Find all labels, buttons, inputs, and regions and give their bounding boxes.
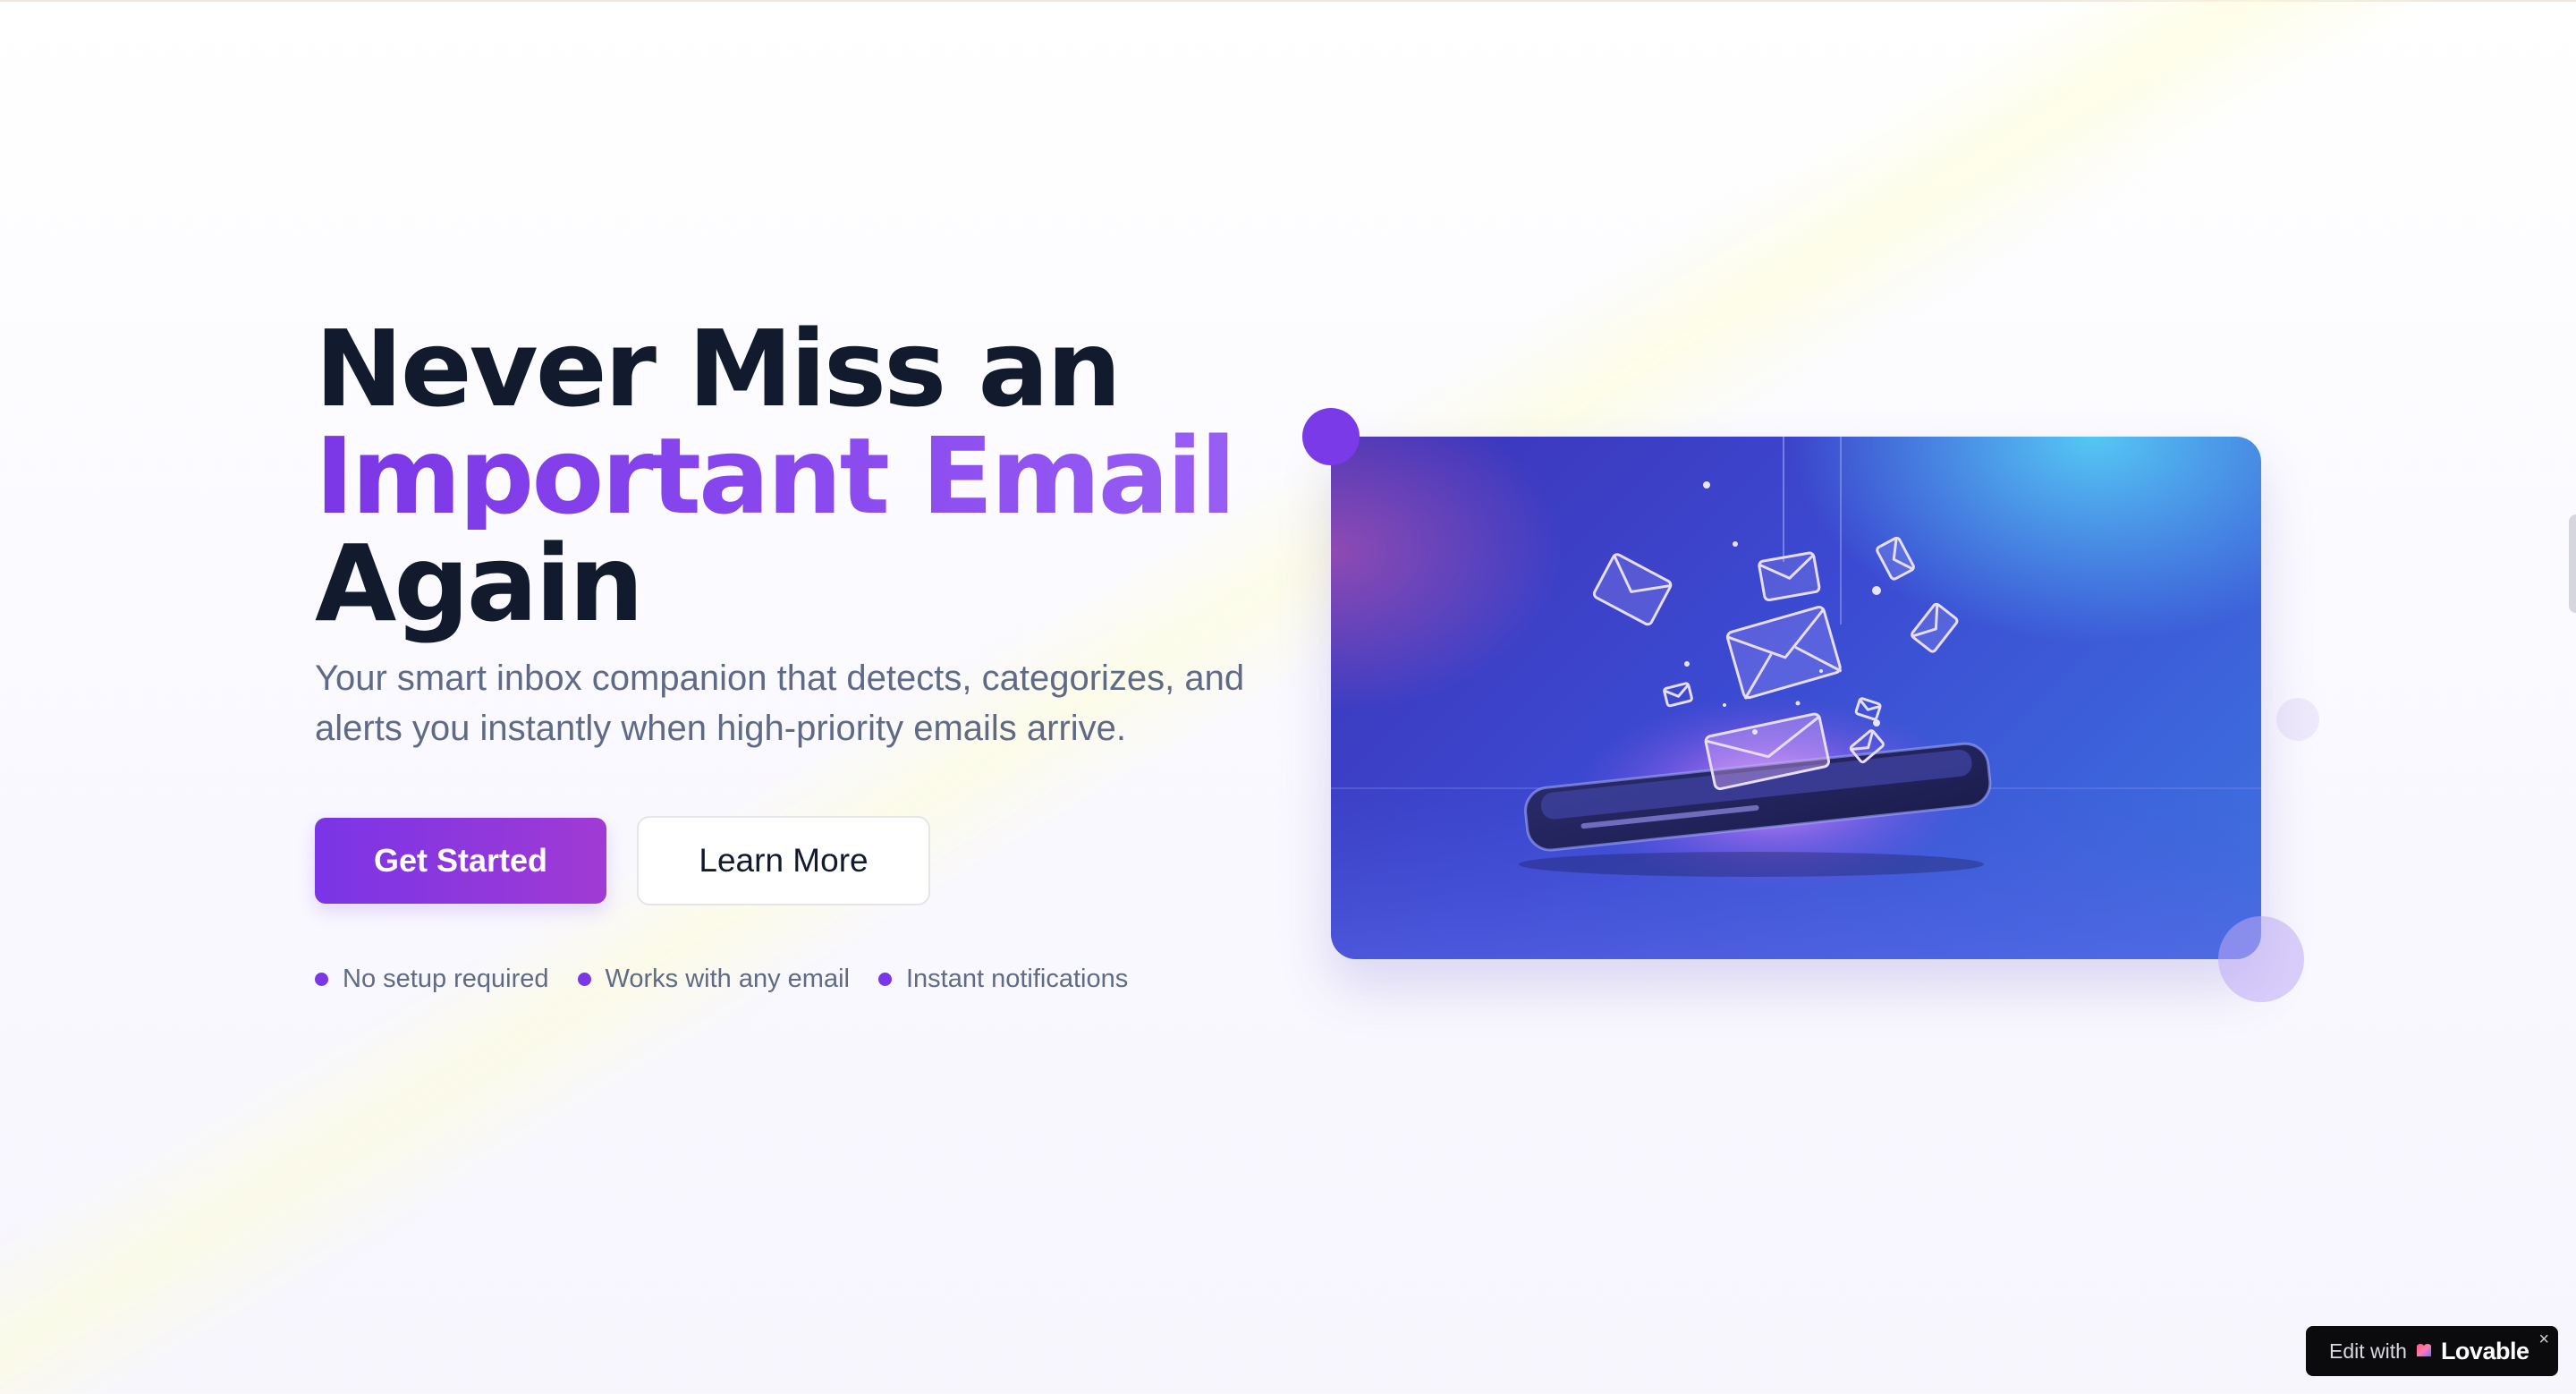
cta-row: Get Started Learn More xyxy=(315,816,1299,905)
feature-item: Works with any email xyxy=(577,965,850,994)
badge-brand: Lovable xyxy=(2440,1337,2529,1364)
learn-more-button[interactable]: Learn More xyxy=(637,816,930,905)
feature-label: No setup required xyxy=(343,965,549,993)
hero-subtitle: Your smart inbox companion that detects,… xyxy=(315,659,1245,748)
feature-label: Instant notifications xyxy=(905,965,1129,993)
bullet-dot-icon xyxy=(315,973,328,986)
get-started-button[interactable]: Get Started xyxy=(315,818,606,904)
edge-scroll-tab[interactable] xyxy=(2569,514,2576,613)
close-icon[interactable]: × xyxy=(2538,1330,2549,1350)
headline-line-1: Never Miss an xyxy=(315,307,1122,430)
feature-item: No setup required xyxy=(315,965,549,994)
hero-text-section: Never Miss an Important Email Again Your… xyxy=(315,315,1299,994)
edit-with-lovable-badge[interactable]: Edit with Lovable × xyxy=(2306,1326,2558,1376)
feature-list: No setup required Works with any email I… xyxy=(315,965,1299,994)
badge-edit-label: Edit with xyxy=(2329,1339,2407,1363)
decorative-circle xyxy=(1302,408,1360,465)
headline-line-2-highlight: Important Email xyxy=(315,422,1299,530)
decorative-circle xyxy=(2276,698,2319,741)
bullet-dot-icon xyxy=(877,973,892,986)
feature-item: Instant notifications xyxy=(877,965,1129,994)
decorative-circle xyxy=(2218,916,2304,1002)
bullet-dot-icon xyxy=(577,973,591,986)
feature-label: Works with any email xyxy=(605,965,850,993)
phone-envelopes-illustration-icon xyxy=(1331,437,2261,959)
hero-headline: Never Miss an Important Email Again xyxy=(315,315,1299,637)
hero-illustration xyxy=(1331,437,2261,959)
headline-line-3: Again xyxy=(315,522,644,645)
lovable-heart-icon xyxy=(2416,1344,2431,1356)
